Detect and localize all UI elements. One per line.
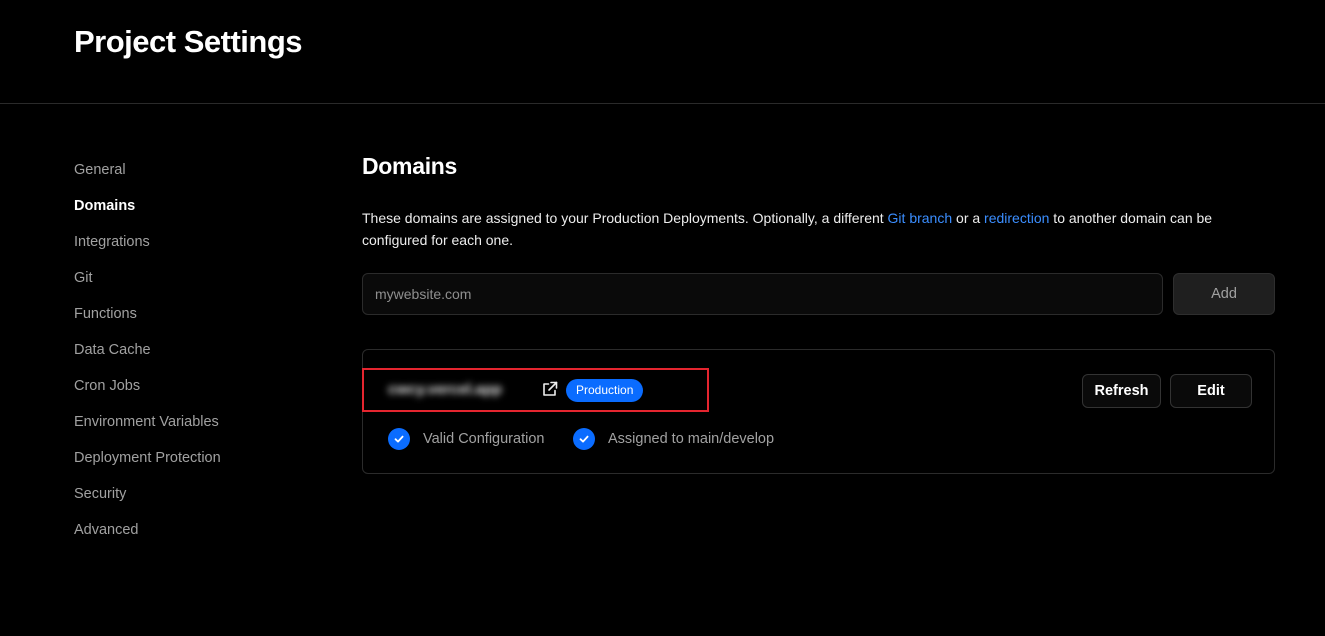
check-circle-icon: [573, 428, 595, 450]
page-header: Project Settings: [0, 0, 1325, 104]
check-assigned-branch: Assigned to main/develop: [573, 428, 774, 450]
add-button[interactable]: Add: [1173, 273, 1275, 315]
edit-button[interactable]: Edit: [1170, 374, 1252, 408]
redirection-link[interactable]: redirection: [984, 210, 1049, 226]
description-text: These domains are assigned to your Produ…: [362, 210, 888, 226]
section-title: Domains: [362, 153, 458, 179]
refresh-button[interactable]: Refresh: [1082, 374, 1161, 408]
sidebar-item-domains[interactable]: Domains: [74, 188, 314, 224]
section-description: These domains are assigned to your Produ…: [362, 207, 1262, 251]
git-branch-link[interactable]: Git branch: [888, 210, 953, 226]
settings-sidebar: General Domains Integrations Git Functio…: [74, 152, 314, 548]
sidebar-item-cron-jobs[interactable]: Cron Jobs: [74, 368, 314, 404]
page-title: Project Settings: [74, 24, 303, 59]
sidebar-item-data-cache[interactable]: Data Cache: [74, 332, 314, 368]
domain-card: cwcy.vercel.app Production Refresh Edit …: [362, 349, 1275, 474]
check-label: Valid Configuration: [423, 431, 545, 447]
sidebar-item-functions[interactable]: Functions: [74, 296, 314, 332]
sidebar-item-security[interactable]: Security: [74, 476, 314, 512]
production-badge: Production: [566, 379, 644, 402]
check-valid-configuration: Valid Configuration: [388, 428, 544, 450]
domain-input[interactable]: [362, 273, 1163, 315]
sidebar-item-deployment-protection[interactable]: Deployment Protection: [74, 440, 314, 476]
sidebar-item-advanced[interactable]: Advanced: [74, 512, 314, 548]
check-circle-icon: [388, 428, 410, 450]
sidebar-item-integrations[interactable]: Integrations: [74, 224, 314, 260]
check-label: Assigned to main/develop: [608, 431, 775, 447]
sidebar-item-git[interactable]: Git: [74, 260, 314, 296]
domain-name[interactable]: cwcy.vercel.app: [388, 379, 502, 401]
description-text: or a: [952, 210, 985, 226]
external-link-icon[interactable]: [541, 380, 559, 398]
sidebar-item-environment-variables[interactable]: Environment Variables: [74, 404, 314, 440]
sidebar-item-general[interactable]: General: [74, 152, 314, 188]
